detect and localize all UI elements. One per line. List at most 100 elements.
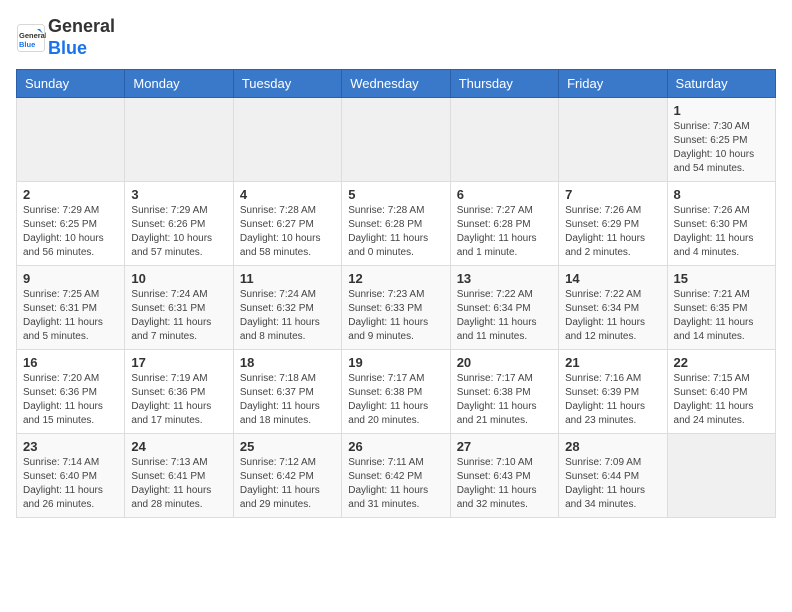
day-number: 22 (674, 355, 769, 370)
day-number: 8 (674, 187, 769, 202)
svg-text:Blue: Blue (19, 40, 35, 49)
day-number: 12 (348, 271, 443, 286)
day-number: 21 (565, 355, 660, 370)
day-number: 6 (457, 187, 552, 202)
day-number: 11 (240, 271, 335, 286)
day-number: 19 (348, 355, 443, 370)
calendar-cell: 9 Sunrise: 7:25 AM Sunset: 6:31 PM Daylig… (17, 266, 125, 350)
header: General Blue General Blue (16, 16, 776, 59)
calendar: SundayMondayTuesdayWednesdayThursdayFrid… (16, 69, 776, 518)
day-info: Sunrise: 7:17 AM Sunset: 6:38 PM Dayligh… (457, 372, 552, 428)
calendar-header-row: SundayMondayTuesdayWednesdayThursdayFrid… (17, 70, 776, 98)
calendar-cell: 16 Sunrise: 7:20 AM Sunset: 6:36 PM Dayli… (17, 350, 125, 434)
calendar-cell: 22 Sunrise: 7:15 AM Sunset: 6:40 PM Dayli… (667, 350, 775, 434)
day-number: 20 (457, 355, 552, 370)
day-info: Sunrise: 7:17 AM Sunset: 6:38 PM Dayligh… (348, 372, 443, 428)
calendar-cell: 8 Sunrise: 7:26 AM Sunset: 6:30 PM Daylig… (667, 182, 775, 266)
day-info: Sunrise: 7:26 AM Sunset: 6:29 PM Dayligh… (565, 204, 660, 260)
day-number: 18 (240, 355, 335, 370)
day-number: 7 (565, 187, 660, 202)
day-info: Sunrise: 7:21 AM Sunset: 6:35 PM Dayligh… (674, 288, 769, 344)
calendar-cell: 27 Sunrise: 7:10 AM Sunset: 6:43 PM Dayli… (450, 434, 558, 518)
calendar-cell: 25 Sunrise: 7:12 AM Sunset: 6:42 PM Dayli… (233, 434, 341, 518)
calendar-cell: 23Sunrise: 7:14 AM Sunset: 6:40 PM Dayli… (17, 434, 125, 518)
calendar-cell: 20 Sunrise: 7:17 AM Sunset: 6:38 PM Dayli… (450, 350, 558, 434)
day-info: Sunrise: 7:27 AM Sunset: 6:28 PM Dayligh… (457, 204, 552, 260)
day-number: 4 (240, 187, 335, 202)
day-number: 16 (23, 355, 118, 370)
day-info: Sunrise: 7:10 AM Sunset: 6:43 PM Dayligh… (457, 456, 552, 512)
day-number: 5 (348, 187, 443, 202)
day-info: Sunrise: 7:26 AM Sunset: 6:30 PM Dayligh… (674, 204, 769, 260)
day-info: Sunrise: 7:29 AM Sunset: 6:26 PM Dayligh… (131, 204, 226, 260)
day-info: Sunrise: 7:09 AM Sunset: 6:44 PM Dayligh… (565, 456, 660, 512)
column-header-tuesday: Tuesday (233, 70, 341, 98)
calendar-cell: 5 Sunrise: 7:28 AM Sunset: 6:28 PM Daylig… (342, 182, 450, 266)
calendar-cell: 6 Sunrise: 7:27 AM Sunset: 6:28 PM Daylig… (450, 182, 558, 266)
calendar-cell: 26 Sunrise: 7:11 AM Sunset: 6:42 PM Dayli… (342, 434, 450, 518)
calendar-cell (17, 98, 125, 182)
calendar-week-0: 1 Sunrise: 7:30 AM Sunset: 6:25 PM Daylig… (17, 98, 776, 182)
calendar-cell: 13Sunrise: 7:22 AM Sunset: 6:34 PM Dayli… (450, 266, 558, 350)
day-number: 14 (565, 271, 660, 286)
day-number: 24 (131, 439, 226, 454)
calendar-cell: 17 Sunrise: 7:19 AM Sunset: 6:36 PM Dayli… (125, 350, 233, 434)
calendar-week-2: 9 Sunrise: 7:25 AM Sunset: 6:31 PM Daylig… (17, 266, 776, 350)
column-header-friday: Friday (559, 70, 667, 98)
calendar-cell: 18 Sunrise: 7:18 AM Sunset: 6:37 PM Dayli… (233, 350, 341, 434)
logo-icon: General Blue (16, 23, 46, 53)
day-number: 3 (131, 187, 226, 202)
column-header-sunday: Sunday (17, 70, 125, 98)
calendar-cell: 10Sunrise: 7:24 AM Sunset: 6:31 PM Dayli… (125, 266, 233, 350)
calendar-cell (559, 98, 667, 182)
day-number: 28 (565, 439, 660, 454)
calendar-cell: 12 Sunrise: 7:23 AM Sunset: 6:33 PM Dayli… (342, 266, 450, 350)
day-number: 25 (240, 439, 335, 454)
day-number: 2 (23, 187, 118, 202)
calendar-cell: 3 Sunrise: 7:29 AM Sunset: 6:26 PM Daylig… (125, 182, 233, 266)
day-info: Sunrise: 7:12 AM Sunset: 6:42 PM Dayligh… (240, 456, 335, 512)
day-info: Sunrise: 7:22 AM Sunset: 6:34 PM Dayligh… (565, 288, 660, 344)
calendar-cell: 21 Sunrise: 7:16 AM Sunset: 6:39 PM Dayli… (559, 350, 667, 434)
day-number: 13 (457, 271, 552, 286)
calendar-week-3: 16 Sunrise: 7:20 AM Sunset: 6:36 PM Dayli… (17, 350, 776, 434)
column-header-monday: Monday (125, 70, 233, 98)
day-info: Sunrise: 7:30 AM Sunset: 6:25 PM Dayligh… (674, 120, 769, 176)
day-info: Sunrise: 7:15 AM Sunset: 6:40 PM Dayligh… (674, 372, 769, 428)
day-number: 9 (23, 271, 118, 286)
calendar-cell: 11 Sunrise: 7:24 AM Sunset: 6:32 PM Dayli… (233, 266, 341, 350)
calendar-cell: 7 Sunrise: 7:26 AM Sunset: 6:29 PM Daylig… (559, 182, 667, 266)
day-number: 15 (674, 271, 769, 286)
day-info: Sunrise: 7:18 AM Sunset: 6:37 PM Dayligh… (240, 372, 335, 428)
calendar-cell: 19 Sunrise: 7:17 AM Sunset: 6:38 PM Dayli… (342, 350, 450, 434)
calendar-cell: 14 Sunrise: 7:22 AM Sunset: 6:34 PM Dayli… (559, 266, 667, 350)
column-header-wednesday: Wednesday (342, 70, 450, 98)
day-info: Sunrise: 7:23 AM Sunset: 6:33 PM Dayligh… (348, 288, 443, 344)
logo: General Blue General Blue (16, 16, 115, 59)
day-number: 26 (348, 439, 443, 454)
day-info: Sunrise: 7:24 AM Sunset: 6:32 PM Dayligh… (240, 288, 335, 344)
calendar-cell (667, 434, 775, 518)
day-number: 27 (457, 439, 552, 454)
day-info: Sunrise: 7:28 AM Sunset: 6:28 PM Dayligh… (348, 204, 443, 260)
day-info: Sunrise: 7:16 AM Sunset: 6:39 PM Dayligh… (565, 372, 660, 428)
calendar-cell (342, 98, 450, 182)
calendar-cell (233, 98, 341, 182)
calendar-cell: 1 Sunrise: 7:30 AM Sunset: 6:25 PM Daylig… (667, 98, 775, 182)
calendar-cell (125, 98, 233, 182)
calendar-week-4: 23Sunrise: 7:14 AM Sunset: 6:40 PM Dayli… (17, 434, 776, 518)
calendar-week-1: 2Sunrise: 7:29 AM Sunset: 6:25 PM Daylig… (17, 182, 776, 266)
day-info: Sunrise: 7:28 AM Sunset: 6:27 PM Dayligh… (240, 204, 335, 260)
day-number: 1 (674, 103, 769, 118)
calendar-cell: 15 Sunrise: 7:21 AM Sunset: 6:35 PM Dayli… (667, 266, 775, 350)
column-header-thursday: Thursday (450, 70, 558, 98)
calendar-cell: 28 Sunrise: 7:09 AM Sunset: 6:44 PM Dayli… (559, 434, 667, 518)
calendar-cell: 4 Sunrise: 7:28 AM Sunset: 6:27 PM Daylig… (233, 182, 341, 266)
day-info: Sunrise: 7:20 AM Sunset: 6:36 PM Dayligh… (23, 372, 118, 428)
calendar-cell (450, 98, 558, 182)
day-info: Sunrise: 7:25 AM Sunset: 6:31 PM Dayligh… (23, 288, 118, 344)
column-header-saturday: Saturday (667, 70, 775, 98)
day-number: 17 (131, 355, 226, 370)
day-info: Sunrise: 7:19 AM Sunset: 6:36 PM Dayligh… (131, 372, 226, 428)
day-info: Sunrise: 7:11 AM Sunset: 6:42 PM Dayligh… (348, 456, 443, 512)
